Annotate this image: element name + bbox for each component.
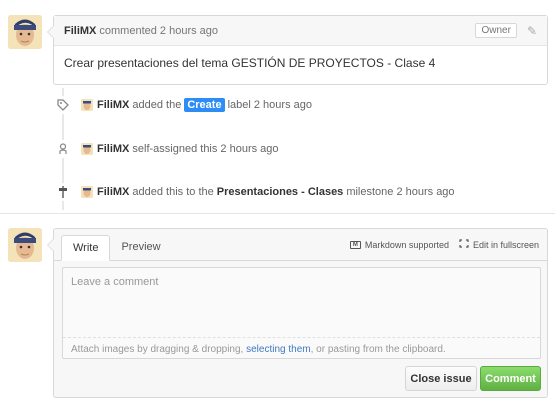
comment-editor: Attach images by dragging & dropping, se… bbox=[62, 267, 541, 359]
close-issue-button[interactable]: Close issue bbox=[405, 366, 477, 391]
event-text: milestone 2 hours ago bbox=[346, 186, 455, 198]
tab-preview[interactable]: Preview bbox=[110, 234, 171, 260]
divider bbox=[0, 213, 555, 214]
tag-icon bbox=[54, 96, 72, 114]
attach-hint: Attach images by dragging & dropping, se… bbox=[63, 341, 540, 358]
event-text: label 2 hours ago bbox=[227, 99, 312, 111]
comment-button[interactable]: Comment bbox=[480, 366, 541, 391]
comment-header: FiliMX commented 2 hours ago Owner ✎ bbox=[54, 16, 547, 46]
markdown-label: Markdown supported bbox=[364, 239, 449, 250]
fullscreen-icon bbox=[459, 239, 469, 250]
editor-tabs: Write Preview M Markdown supported Edit … bbox=[54, 229, 547, 261]
fullscreen-button[interactable]: Edit in fullscreen bbox=[459, 239, 539, 250]
fullscreen-label: Edit in fullscreen bbox=[472, 239, 539, 250]
timeline-event: FiliMX added the Create label 2 hours ag… bbox=[54, 96, 312, 114]
attach-text: , or pasting from the clipboard. bbox=[310, 344, 446, 355]
timeline-event: FiliMX added this to the Presentaciones … bbox=[54, 183, 455, 201]
avatar[interactable] bbox=[81, 143, 93, 155]
attach-text: Attach images by dragging & dropping, bbox=[71, 344, 244, 355]
milestone-link[interactable]: Presentaciones - Clases bbox=[217, 186, 344, 198]
avatar[interactable] bbox=[81, 186, 93, 198]
timeline-event: FiliMX self-assigned this 2 hours ago bbox=[54, 140, 279, 158]
markdown-icon: M bbox=[349, 240, 361, 249]
comment-author[interactable]: FiliMX bbox=[64, 25, 96, 37]
event-actor[interactable]: FiliMX bbox=[97, 99, 129, 111]
select-files-link[interactable]: selecting them bbox=[246, 344, 310, 355]
comment-body: Crear presentaciones del tema GESTIÓN DE… bbox=[64, 56, 436, 70]
avatar[interactable] bbox=[8, 228, 42, 262]
label-badge[interactable]: Create bbox=[184, 98, 225, 112]
avatar[interactable] bbox=[8, 15, 42, 49]
markdown-link[interactable]: M Markdown supported bbox=[349, 239, 449, 250]
pencil-icon[interactable]: ✎ bbox=[527, 24, 537, 38]
person-icon bbox=[54, 140, 72, 158]
event-text: self-assigned this 2 hours ago bbox=[132, 143, 279, 155]
event-actor[interactable]: FiliMX bbox=[97, 143, 129, 155]
comment-meta: commented 2 hours ago bbox=[99, 24, 219, 37]
owner-badge: Owner bbox=[475, 23, 517, 38]
milestone-icon bbox=[54, 183, 72, 201]
comment-input[interactable] bbox=[63, 268, 540, 338]
event-text: added this to the bbox=[132, 186, 214, 198]
comment-box: FiliMX commented 2 hours ago Owner ✎ Cre… bbox=[47, 15, 548, 85]
event-actor[interactable]: FiliMX bbox=[97, 186, 129, 198]
event-text: added the bbox=[132, 99, 182, 111]
tab-write[interactable]: Write bbox=[61, 235, 111, 261]
new-comment-form: Write Preview M Markdown supported Edit … bbox=[47, 228, 548, 398]
editor-tools: M Markdown supported Edit in fullscreen bbox=[340, 239, 539, 250]
avatar[interactable] bbox=[81, 99, 93, 111]
